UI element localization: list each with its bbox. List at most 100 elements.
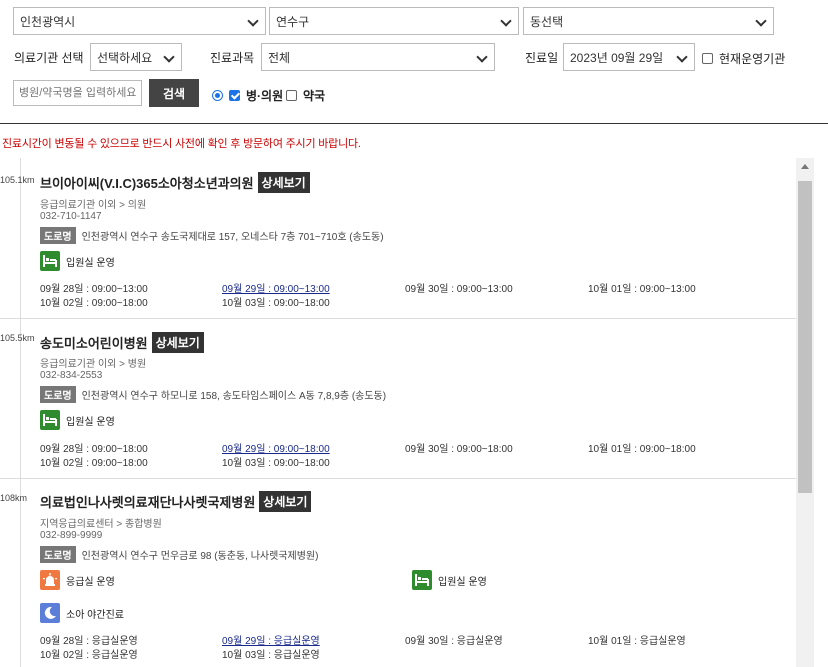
search-button[interactable]: 검색 [149,79,199,107]
search-input[interactable] [13,80,142,106]
siren-icon [40,570,60,590]
hours-item: 10월 02일 : 09:00~18:00 [40,298,148,309]
moon-icon [40,603,60,623]
notice-text: 진료시간이 변동될 수 있으므로 반드시 사전에 확인 후 방문하여 주시기 바… [2,138,361,150]
hours-item: 10월 02일 : 09:00~18:00 [40,458,148,469]
hours-item: 10월 03일 : 09:00~18:00 [222,458,330,469]
detail-button[interactable]: 상세보기 [151,332,204,353]
service-label: 입원실 운영 [66,416,115,428]
service-er: 응급실 운영 [40,570,115,590]
distance-label: 108km [0,493,28,503]
result-list[interactable]: 105.1km 브이아이씨(V.I.C)365소아청소년과의원 상세보기 응급의… [0,158,796,667]
facility-select-value: 선택하세요 [97,50,153,65]
address: 도로명 인천광역시 연수구 송도국제대로 157, 오네스타 7층 701~71… [40,227,384,244]
scrollbar[interactable] [796,158,814,667]
radio-selected[interactable] [212,90,223,101]
bed-icon [40,410,60,430]
hospital-name: 브이아이씨(V.I.C)365소아청소년과의원 상세보기 [40,172,310,193]
address: 도로명 인천광역시 연수구 먼우금로 98 (동춘동, 나사렛국제병원) [40,546,318,563]
service-label: 입원실 운영 [66,257,115,269]
city-select[interactable]: 인천광역시 [13,7,266,35]
chevron-down-icon [500,15,512,27]
bed-icon [412,570,432,590]
distance-label: 105.5km [0,333,35,343]
hours-item: 09월 30일 : 응급실운영 [405,636,503,647]
department-select[interactable]: 전체 [261,43,495,71]
date-label: 진료일 [525,51,559,65]
hours-item: 10월 02일 : 응급실운영 [40,650,138,661]
pharmacy-checkbox[interactable] [286,90,297,101]
facility-select[interactable]: 선택하세요 [90,43,182,71]
hospital-name-text[interactable]: 의료법인나사렛의료재단나사렛국제병원 [40,492,255,511]
hours-item-today: 09월 29일 : 09:00~13:00 [222,284,330,295]
hospital-name-text[interactable]: 송도미소어린이병원 [40,333,148,352]
facility-type: 응급의료기관 이외 > 의원 [40,200,147,211]
date-select[interactable]: 2023년 09월 29일 [563,43,695,71]
chevron-down-icon [755,15,767,27]
pharmacy-option-label: 약국 [303,89,326,103]
hospital-checkbox[interactable] [229,90,240,101]
item-divider [0,318,796,319]
dong-select-value: 동선택 [530,14,564,29]
address-text: 인천광역시 연수구 송도국제대로 157, 오네스타 7층 701~710호 (… [81,232,384,243]
hospital-name-text[interactable]: 브이아이씨(V.I.C)365소아청소년과의원 [40,173,254,192]
service-night: 소아 야간진료 [40,603,124,623]
header-divider [0,123,828,124]
date-select-value: 2023년 09월 29일 [570,50,664,65]
hours-item: 09월 28일 : 09:00~13:00 [40,284,148,295]
timeline-line [20,158,21,667]
service-label: 응급실 운영 [66,576,115,588]
facility-label: 의료기관 선택 [14,51,84,65]
facility-type: 응급의료기관 이외 > 병원 [40,359,147,370]
phone-number: 032-710-1147 [40,211,102,222]
hospital-name: 송도미소어린이병원 상세보기 [40,332,204,353]
service-label: 입원실 운영 [438,576,487,588]
address-text: 인천광역시 연수구 하모니로 158, 송도타임스페이스 A동 7,8,9층 (… [81,391,387,402]
chevron-down-icon [676,51,688,63]
address-text: 인천광역시 연수구 먼우금로 98 (동춘동, 나사렛국제병원) [81,551,319,562]
pharmacy-option[interactable]: 약국 [286,87,325,104]
detail-button[interactable]: 상세보기 [259,491,312,512]
phone-number: 032-834-2553 [40,370,103,381]
distance-label: 105.1km [0,175,35,185]
department-select-value: 전체 [268,50,291,65]
service-label: 소아 야간진료 [66,609,124,621]
hours-item-today: 09월 29일 : 09:00~18:00 [222,444,330,455]
service-ward: 입원실 운영 [40,251,115,271]
checkbox-box[interactable] [702,53,713,64]
hours-item: 09월 28일 : 09:00~18:00 [40,444,148,455]
department-label: 진료과목 [210,51,255,65]
operating-checkbox[interactable]: 현재운영기관 [702,50,785,67]
hospital-name: 의료법인나사렛의료재단나사렛국제병원 상세보기 [40,491,312,512]
scrollbar-thumb[interactable] [798,181,812,493]
hours-item: 09월 30일 : 09:00~18:00 [405,444,513,455]
hours-item: 10월 01일 : 09:00~18:00 [588,444,696,455]
dong-select[interactable]: 동선택 [523,7,774,35]
facility-type: 지역응급의료센터 > 종합병원 [40,519,162,530]
detail-button[interactable]: 상세보기 [257,172,310,193]
road-badge: 도로명 [40,227,76,244]
road-badge: 도로명 [40,546,76,563]
hours-item: 09월 28일 : 응급실운영 [40,636,138,647]
phone-number: 032-899-9999 [40,530,103,541]
road-badge: 도로명 [40,386,76,403]
district-select[interactable]: 연수구 [269,7,519,35]
chevron-down-icon [163,51,175,63]
service-ward: 입원실 운영 [40,410,115,430]
scroll-up-icon[interactable] [801,164,809,169]
hours-item: 09월 30일 : 09:00~13:00 [405,284,513,295]
chevron-down-icon [247,15,259,27]
city-select-value: 인천광역시 [20,14,76,29]
hours-item: 10월 01일 : 응급실운영 [588,636,686,647]
hours-item: 10월 03일 : 응급실운영 [222,650,320,661]
hours-item: 10월 03일 : 09:00~18:00 [222,298,330,309]
bed-icon [40,251,60,271]
hospital-option[interactable]: 병·의원 [212,87,283,104]
district-select-value: 연수구 [276,14,310,29]
address: 도로명 인천광역시 연수구 하모니로 158, 송도타임스페이스 A동 7,8,… [40,386,386,403]
hospital-option-label: 병·의원 [246,89,284,103]
operating-label: 현재운영기관 [719,52,786,66]
hours-item-today: 09월 29일 : 응급실운영 [222,636,320,647]
item-divider [0,478,796,479]
service-ward: 입원실 운영 [412,570,487,590]
